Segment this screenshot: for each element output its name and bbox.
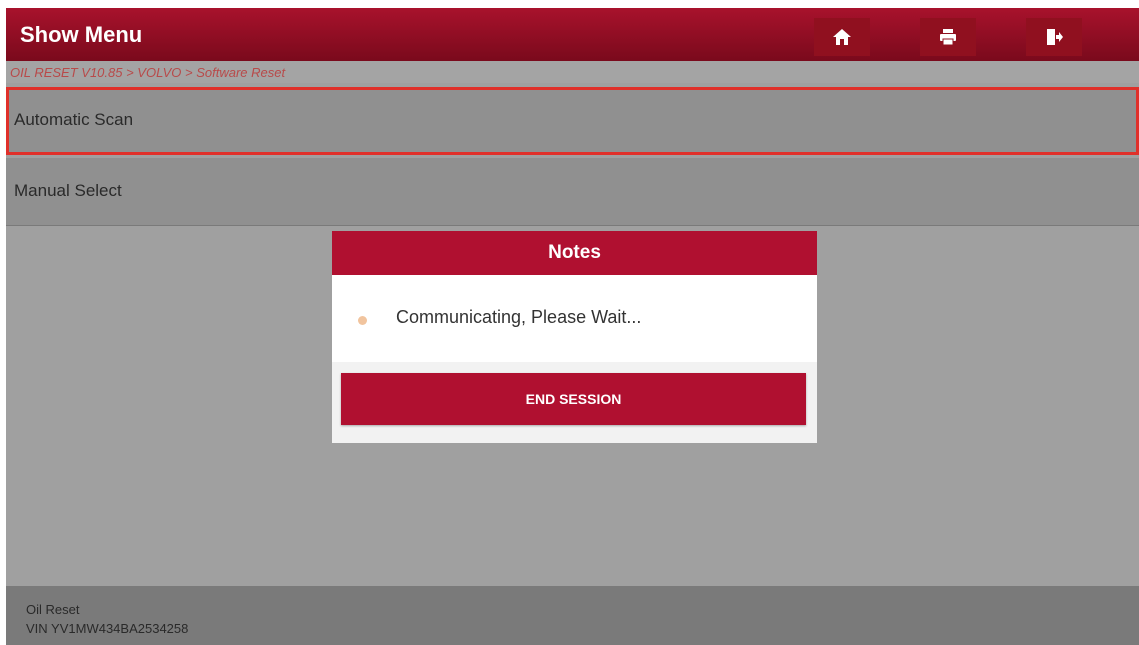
menu-item-manual-select[interactable]: Manual Select <box>6 158 1139 226</box>
notes-dialog: Notes Communicating, Please Wait... END … <box>332 231 817 443</box>
end-session-button[interactable]: END SESSION <box>341 373 806 425</box>
menu-item-label: Automatic Scan <box>14 110 134 129</box>
header-bar: Show Menu <box>6 8 1139 61</box>
exit-button[interactable] <box>1026 18 1082 56</box>
home-icon <box>832 27 852 47</box>
dialog-title: Notes <box>332 231 817 275</box>
print-icon <box>938 27 958 47</box>
dialog-message: Communicating, Please Wait... <box>396 307 642 327</box>
menu-item-automatic-scan[interactable]: Automatic Scan <box>6 87 1139 155</box>
footer-vin: VIN YV1MW434BA2534258 <box>26 621 189 636</box>
dialog-body: Communicating, Please Wait... <box>332 275 817 362</box>
footer-function-label: Oil Reset <box>26 602 80 617</box>
footer-info: Oil Reset VIN YV1MW434BA2534258 <box>6 586 1139 645</box>
breadcrumb: OIL RESET V10.85 > VOLVO > Software Rese… <box>6 61 1139 83</box>
app-screen: Show Menu OIL RESET V10.85 > VOLVO > Sof… <box>6 8 1139 645</box>
status-dot-icon <box>358 316 367 325</box>
breadcrumb-text: OIL RESET V10.85 > VOLVO > Software Rese… <box>10 65 286 80</box>
print-button[interactable] <box>920 18 976 56</box>
exit-icon <box>1044 27 1064 47</box>
home-button[interactable] <box>814 18 870 56</box>
page-title: Show Menu <box>20 22 143 47</box>
menu-item-label: Manual Select <box>14 181 122 200</box>
